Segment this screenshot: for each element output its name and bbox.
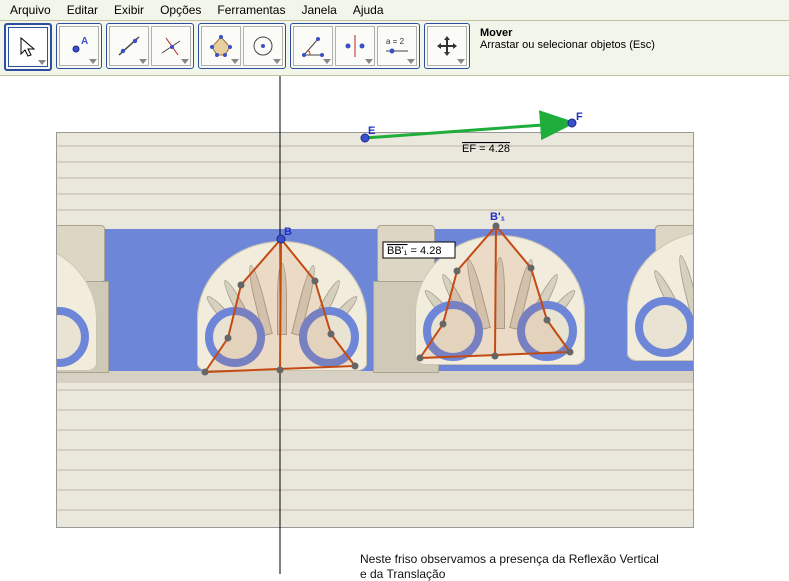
dropdown-caret-icon xyxy=(89,59,97,64)
dropdown-caret-icon xyxy=(457,59,465,64)
polygon-vertex[interactable] xyxy=(528,265,535,272)
reflect-icon xyxy=(342,33,368,59)
tool-group-point: A xyxy=(56,23,102,69)
label-E: E xyxy=(368,125,375,137)
tool-help: Mover Arrastar ou selecionar objetos (Es… xyxy=(474,23,661,55)
label-BB1-measure: BB'₁ = 4.28 xyxy=(387,245,441,257)
polygon-vertex[interactable] xyxy=(225,335,232,342)
menu-editar[interactable]: Editar xyxy=(61,2,104,18)
menu-ajuda[interactable]: Ajuda xyxy=(347,2,390,18)
slider-label-text: a = 2 xyxy=(386,37,405,46)
polygon-vertex[interactable] xyxy=(238,282,245,289)
polygon-vertex[interactable] xyxy=(352,363,359,370)
angle-icon xyxy=(300,33,326,59)
perpendicular-tool-button[interactable] xyxy=(151,26,191,66)
circle-icon xyxy=(250,33,276,59)
point-a-label: A xyxy=(81,36,88,47)
caption-line2: e da Translação xyxy=(360,567,445,581)
move-arrows-icon xyxy=(434,33,460,59)
slider-tool-button[interactable]: a = 2 xyxy=(377,26,417,66)
menu-janela[interactable]: Janela xyxy=(295,2,342,18)
menubar: Arquivo Editar Exibir Opções Ferramentas… xyxy=(0,0,789,21)
tool-group-polygon xyxy=(198,23,286,69)
geometry-overlay: E F EF = 4.28 BB'₁ = 4.28 B B'₁ xyxy=(0,76,789,574)
label-B: B xyxy=(284,226,292,238)
polygon-left[interactable] xyxy=(205,239,355,372)
point-tool-button[interactable]: A xyxy=(59,26,99,66)
dropdown-caret-icon xyxy=(323,59,331,64)
angle-tool-button[interactable] xyxy=(293,26,333,66)
dropdown-caret-icon xyxy=(38,60,46,65)
menu-ferramentas[interactable]: Ferramentas xyxy=(211,2,291,18)
tool-group-view xyxy=(424,23,470,69)
label-EF-measure: EF = 4.28 xyxy=(462,143,510,155)
polygon-vertex[interactable] xyxy=(417,355,424,362)
polygon-tool-button[interactable] xyxy=(201,26,241,66)
menu-exibir[interactable]: Exibir xyxy=(108,2,150,18)
move-view-tool-button[interactable] xyxy=(427,26,467,66)
dropdown-caret-icon xyxy=(139,59,147,64)
polygon-vertex[interactable] xyxy=(202,369,209,376)
polygon-icon xyxy=(208,33,234,59)
graphics-view[interactable]: E F EF = 4.28 BB'₁ = 4.28 B B'₁ xyxy=(0,76,789,574)
perpendicular-icon xyxy=(158,33,184,59)
tool-help-title: Mover xyxy=(480,27,655,39)
dropdown-caret-icon xyxy=(273,59,281,64)
menu-arquivo[interactable]: Arquivo xyxy=(4,2,57,18)
tool-help-text: Arrastar ou selecionar objetos (Esc) xyxy=(480,39,655,51)
vector-EF[interactable] xyxy=(365,123,570,138)
polygon-vertex[interactable] xyxy=(328,331,335,338)
label-F: F xyxy=(576,111,583,123)
cursor-icon xyxy=(17,36,39,58)
polygon-vertex[interactable] xyxy=(544,317,551,324)
tool-group-move xyxy=(4,23,52,71)
point-icon: A xyxy=(66,33,92,59)
circle-tool-button[interactable] xyxy=(243,26,283,66)
polygon-vertex[interactable] xyxy=(312,278,319,285)
polygon-vertex[interactable] xyxy=(492,353,499,360)
slider-icon: a = 2 xyxy=(380,33,414,59)
point-B1[interactable] xyxy=(493,223,500,230)
caption-line1: Neste friso observamos a presença da Ref… xyxy=(360,552,659,566)
dropdown-caret-icon xyxy=(365,59,373,64)
dropdown-caret-icon xyxy=(181,59,189,64)
reflect-tool-button[interactable] xyxy=(335,26,375,66)
polygon-vertex[interactable] xyxy=(440,321,447,328)
tool-group-lines xyxy=(106,23,194,69)
line-icon xyxy=(116,33,142,59)
toolbar: A xyxy=(0,21,789,76)
polygon-vertex[interactable] xyxy=(454,268,461,275)
menu-opcoes[interactable]: Opções xyxy=(154,2,207,18)
move-tool-button[interactable] xyxy=(8,27,48,67)
dropdown-caret-icon xyxy=(407,59,415,64)
tool-group-measure: a = 2 xyxy=(290,23,420,69)
point-F[interactable] xyxy=(568,119,576,127)
line-tool-button[interactable] xyxy=(109,26,149,66)
label-B1: B'₁ xyxy=(490,211,506,223)
polygon-vertex[interactable] xyxy=(277,367,284,374)
polygon-vertex[interactable] xyxy=(567,349,574,356)
dropdown-caret-icon xyxy=(231,59,239,64)
